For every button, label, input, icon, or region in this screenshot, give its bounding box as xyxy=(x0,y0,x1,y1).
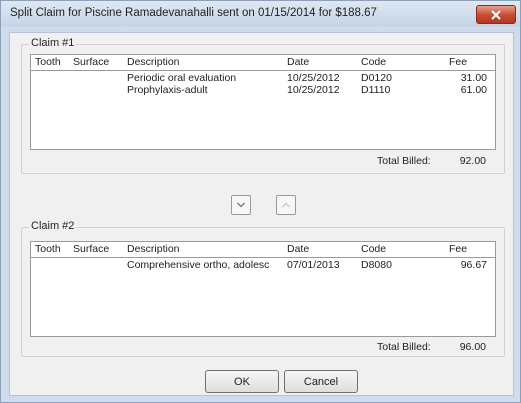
col-code[interactable]: Code xyxy=(361,56,386,68)
col-description[interactable]: Description xyxy=(127,243,180,255)
dialog-body: Claim #1 Tooth Surface Description Date … xyxy=(9,32,514,396)
row-description: Prophylaxis-adult xyxy=(127,84,208,96)
claim-1-group: Claim #1 Tooth Surface Description Date … xyxy=(21,37,505,174)
claim-2-header: Tooth Surface Description Date Code Fee xyxy=(31,242,495,258)
col-date[interactable]: Date xyxy=(287,243,309,255)
claim-1-label: Claim #1 xyxy=(29,37,77,49)
title-bar: Split Claim for Piscine Ramadevanahalli … xyxy=(1,1,520,27)
move-down-button[interactable] xyxy=(231,195,251,215)
claim-2-total-value: 96.00 xyxy=(459,341,486,353)
claim-2-label: Claim #2 xyxy=(29,220,77,232)
claim-2-list[interactable]: Tooth Surface Description Date Code Fee … xyxy=(30,241,496,337)
row-code: D0120 xyxy=(361,72,392,84)
chevron-down-icon xyxy=(237,202,245,208)
col-description[interactable]: Description xyxy=(127,56,180,68)
table-row[interactable]: Prophylaxis-adult 10/25/2012 D1110 61.00 xyxy=(31,84,495,96)
col-tooth[interactable]: Tooth xyxy=(35,243,61,255)
split-claim-dialog: Split Claim for Piscine Ramadevanahalli … xyxy=(0,0,521,403)
row-fee: 96.67 xyxy=(460,259,487,271)
claim-1-total-label: Total Billed: xyxy=(377,155,431,167)
row-description: Comprehensive ortho, adolesc xyxy=(127,259,270,271)
row-date: 10/25/2012 xyxy=(287,84,340,96)
window-title: Split Claim for Piscine Ramadevanahalli … xyxy=(10,7,377,19)
claim-1-total-value: 92.00 xyxy=(459,155,486,167)
row-date: 10/25/2012 xyxy=(287,72,340,84)
col-fee[interactable]: Fee xyxy=(449,56,467,68)
claim-1-list[interactable]: Tooth Surface Description Date Code Fee … xyxy=(30,54,496,150)
row-description: Periodic oral evaluation xyxy=(127,72,237,84)
close-button[interactable] xyxy=(476,5,516,24)
row-date: 07/01/2013 xyxy=(287,259,340,271)
chevron-up-icon xyxy=(282,202,290,208)
col-fee[interactable]: Fee xyxy=(449,243,467,255)
cancel-button[interactable]: Cancel xyxy=(284,370,358,393)
col-code[interactable]: Code xyxy=(361,243,386,255)
table-row[interactable]: Comprehensive ortho, adolesc 07/01/2013 … xyxy=(31,259,495,271)
col-tooth[interactable]: Tooth xyxy=(35,56,61,68)
close-icon xyxy=(491,9,501,20)
col-surface[interactable]: Surface xyxy=(73,243,109,255)
row-code: D1110 xyxy=(361,84,391,96)
row-fee: 61.00 xyxy=(460,84,487,96)
claim-2-total-label: Total Billed: xyxy=(377,341,431,353)
ok-button[interactable]: OK xyxy=(205,370,279,393)
col-date[interactable]: Date xyxy=(287,56,309,68)
claim-1-header: Tooth Surface Description Date Code Fee xyxy=(31,55,495,71)
move-up-button[interactable] xyxy=(276,195,296,215)
table-row[interactable]: Periodic oral evaluation 10/25/2012 D012… xyxy=(31,72,495,84)
col-surface[interactable]: Surface xyxy=(73,56,109,68)
row-fee: 31.00 xyxy=(460,72,487,84)
row-code: D8080 xyxy=(361,259,392,271)
claim-2-group: Claim #2 Tooth Surface Description Date … xyxy=(21,220,505,357)
